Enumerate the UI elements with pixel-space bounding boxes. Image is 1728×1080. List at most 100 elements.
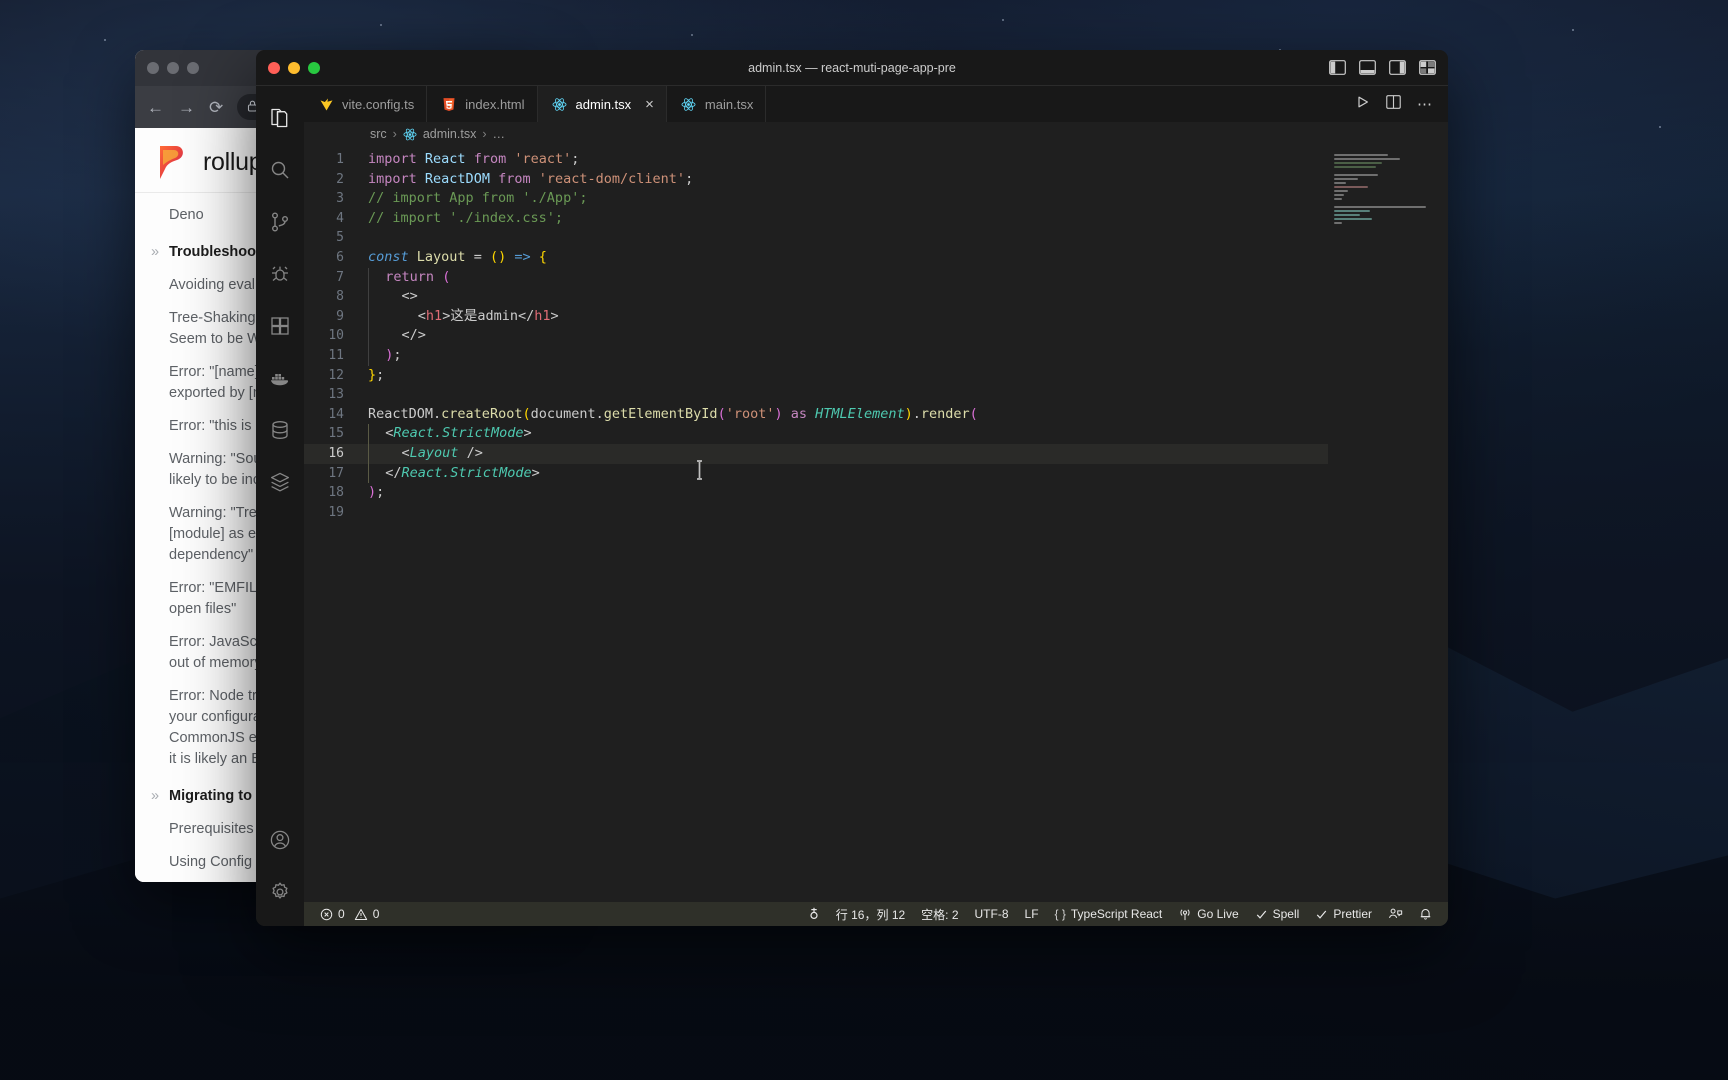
- forward-arrow-icon[interactable]: →: [178, 99, 195, 116]
- vscode-window[interactable]: admin.tsx — react-muti-page-app-pre vite…: [256, 50, 1448, 926]
- notifications-bell-icon: [1419, 907, 1432, 921]
- code-line[interactable]: 18);: [304, 483, 1328, 503]
- browser-zoom-button[interactable]: [187, 62, 199, 74]
- code-line[interactable]: 19: [304, 503, 1328, 523]
- warning-triangle-icon: [354, 908, 368, 921]
- vscode-layout-controls[interactable]: [1329, 60, 1436, 75]
- code-line[interactable]: 2 import ReactDOM from 'react-dom/client'…: [304, 170, 1328, 190]
- encoding-label: UTF-8: [974, 907, 1009, 921]
- broadcast-icon: [1178, 907, 1192, 921]
- status-problems[interactable]: 0 0: [312, 902, 387, 926]
- status-ports[interactable]: [800, 902, 828, 926]
- browser-minimize-button[interactable]: [167, 62, 179, 74]
- run-and-debug-icon[interactable]: [256, 250, 304, 298]
- editor-minimap[interactable]: [1328, 146, 1448, 902]
- editor-tab-main-tsx[interactable]: main.tsx: [666, 86, 767, 122]
- react-icon: [552, 96, 568, 112]
- back-arrow-icon[interactable]: ←: [147, 99, 164, 116]
- status-indentation[interactable]: 空格: 2: [913, 902, 966, 926]
- code-line[interactable]: 11 );: [304, 345, 1328, 366]
- editor-tab-vite-config-ts[interactable]: vite.config.ts: [304, 86, 428, 122]
- search-icon[interactable]: [256, 146, 304, 194]
- breadcrumb[interactable]: src › admin.tsx ›…: [304, 122, 1448, 146]
- editor-tabs-bar[interactable]: vite.config.ts index.html admin.tsx × main.t…: [304, 86, 1448, 122]
- editor-tab-admin-tsx[interactable]: admin.tsx ×: [537, 86, 667, 122]
- vite-icon: [318, 96, 334, 112]
- code-line[interactable]: 13: [304, 385, 1328, 405]
- breadcrumb-item[interactable]: src: [370, 127, 387, 141]
- line-number: 9: [336, 308, 344, 324]
- customize-layout-icon[interactable]: [1419, 60, 1436, 75]
- more-actions-icon[interactable]: ⋯: [1417, 97, 1432, 112]
- code-line[interactable]: 6 const Layout = () => {: [304, 248, 1328, 268]
- run-file-icon[interactable]: [1356, 95, 1370, 114]
- code-line-current[interactable]: 16 <Layout />: [304, 443, 1328, 464]
- code-content[interactable]: 1 import React from 'react'; 2 import Reac…: [304, 146, 1371, 902]
- status-prettier[interactable]: Prettier: [1307, 902, 1380, 926]
- code-line[interactable]: 14 ReactDOM.createRoot(document.getElemen…: [304, 405, 1328, 425]
- editor-tab-actions[interactable]: ⋯: [1340, 86, 1448, 122]
- status-go-live[interactable]: Go Live: [1170, 902, 1246, 926]
- status-spell-checker[interactable]: Spell: [1247, 902, 1308, 926]
- remote-window-icon: [1388, 907, 1403, 921]
- eol-label: LF: [1024, 907, 1039, 921]
- extensions-icon[interactable]: [256, 302, 304, 350]
- spell-label: Spell: [1272, 907, 1300, 921]
- code-editor-viewport[interactable]: 1 import React from 'react'; 2 import Reac…: [304, 146, 1448, 902]
- breadcrumb-item[interactable]: admin.tsx: [423, 127, 477, 141]
- toggle-secondary-sidebar-icon[interactable]: [1389, 60, 1406, 75]
- vscode-minimize-button[interactable]: [288, 61, 300, 74]
- status-eol[interactable]: LF: [1017, 902, 1047, 926]
- code-line[interactable]: 15 <React.StrictMode>: [304, 424, 1328, 444]
- vscode-editor-area: vite.config.ts index.html admin.tsx × main.t…: [304, 86, 1448, 926]
- prettier-label: Prettier: [1333, 907, 1372, 921]
- reload-icon[interactable]: ⟳: [209, 99, 223, 116]
- code-line[interactable]: 17 </React.StrictMode>: [304, 463, 1328, 484]
- toggle-primary-sidebar-icon[interactable]: [1329, 60, 1346, 75]
- editor-tab-label: admin.tsx: [575, 96, 632, 112]
- indentation-label: 空格: 2: [921, 907, 959, 922]
- status-encoding[interactable]: UTF-8: [967, 902, 1017, 926]
- code-line[interactable]: 3// import App from './App';: [304, 189, 1328, 209]
- code-line[interactable]: 8 <>: [304, 287, 1328, 307]
- code-line[interactable]: 4// import './index.css';: [304, 209, 1328, 229]
- status-cursor-position[interactable]: 行 16，列 12: [828, 902, 913, 926]
- docker-icon[interactable]: [256, 354, 304, 402]
- line-number: 15: [328, 426, 344, 442]
- accounts-icon[interactable]: [256, 816, 304, 864]
- source-control-icon[interactable]: [256, 198, 304, 246]
- braces-icon: { }: [1054, 907, 1066, 921]
- code-line[interactable]: 12};: [304, 366, 1328, 386]
- vscode-zoom-button[interactable]: [308, 61, 320, 74]
- vscode-close-button[interactable]: [268, 61, 280, 74]
- editor-tab-close-icon[interactable]: ×: [645, 97, 654, 112]
- line-number: 12: [328, 367, 344, 383]
- check-icon: [1315, 908, 1328, 921]
- react-icon: [681, 96, 697, 112]
- toggle-panel-icon[interactable]: [1359, 60, 1376, 75]
- vscode-activity-bar[interactable]: [256, 86, 304, 926]
- error-count: 0: [338, 907, 345, 921]
- breadcrumb-item[interactable]: …: [493, 127, 506, 141]
- vscode-traffic-lights[interactable]: [268, 61, 320, 74]
- rollup-logo-icon: [157, 144, 191, 180]
- status-language-mode[interactable]: { } TypeScript React: [1047, 902, 1171, 926]
- editor-tab-index-html[interactable]: index.html: [427, 86, 538, 122]
- explorer-icon[interactable]: [256, 94, 304, 142]
- status-remote-window[interactable]: [1380, 902, 1411, 926]
- code-line[interactable]: 10 </>: [304, 326, 1328, 346]
- react-icon: [403, 127, 417, 141]
- layers-icon[interactable]: [256, 458, 304, 506]
- browser-close-button[interactable]: [147, 62, 159, 74]
- status-notifications[interactable]: [1411, 902, 1440, 926]
- code-line[interactable]: 1 import React from 'react';: [304, 150, 1328, 170]
- vscode-status-bar[interactable]: 0 0 行 16，列 12 空格: 2 UTF-8 LF {} TypeScr…: [304, 902, 1448, 926]
- database-icon[interactable]: [256, 406, 304, 454]
- code-line[interactable]: 7 return (: [304, 267, 1328, 288]
- code-line[interactable]: 9 <h1>这是admin</h1>: [304, 306, 1328, 327]
- code-line[interactable]: 5: [304, 228, 1328, 248]
- settings-gear-icon[interactable]: [256, 868, 304, 916]
- split-editor-icon[interactable]: [1386, 94, 1401, 114]
- line-number: 11: [328, 347, 344, 363]
- overview-ruler[interactable]: [1434, 146, 1448, 902]
